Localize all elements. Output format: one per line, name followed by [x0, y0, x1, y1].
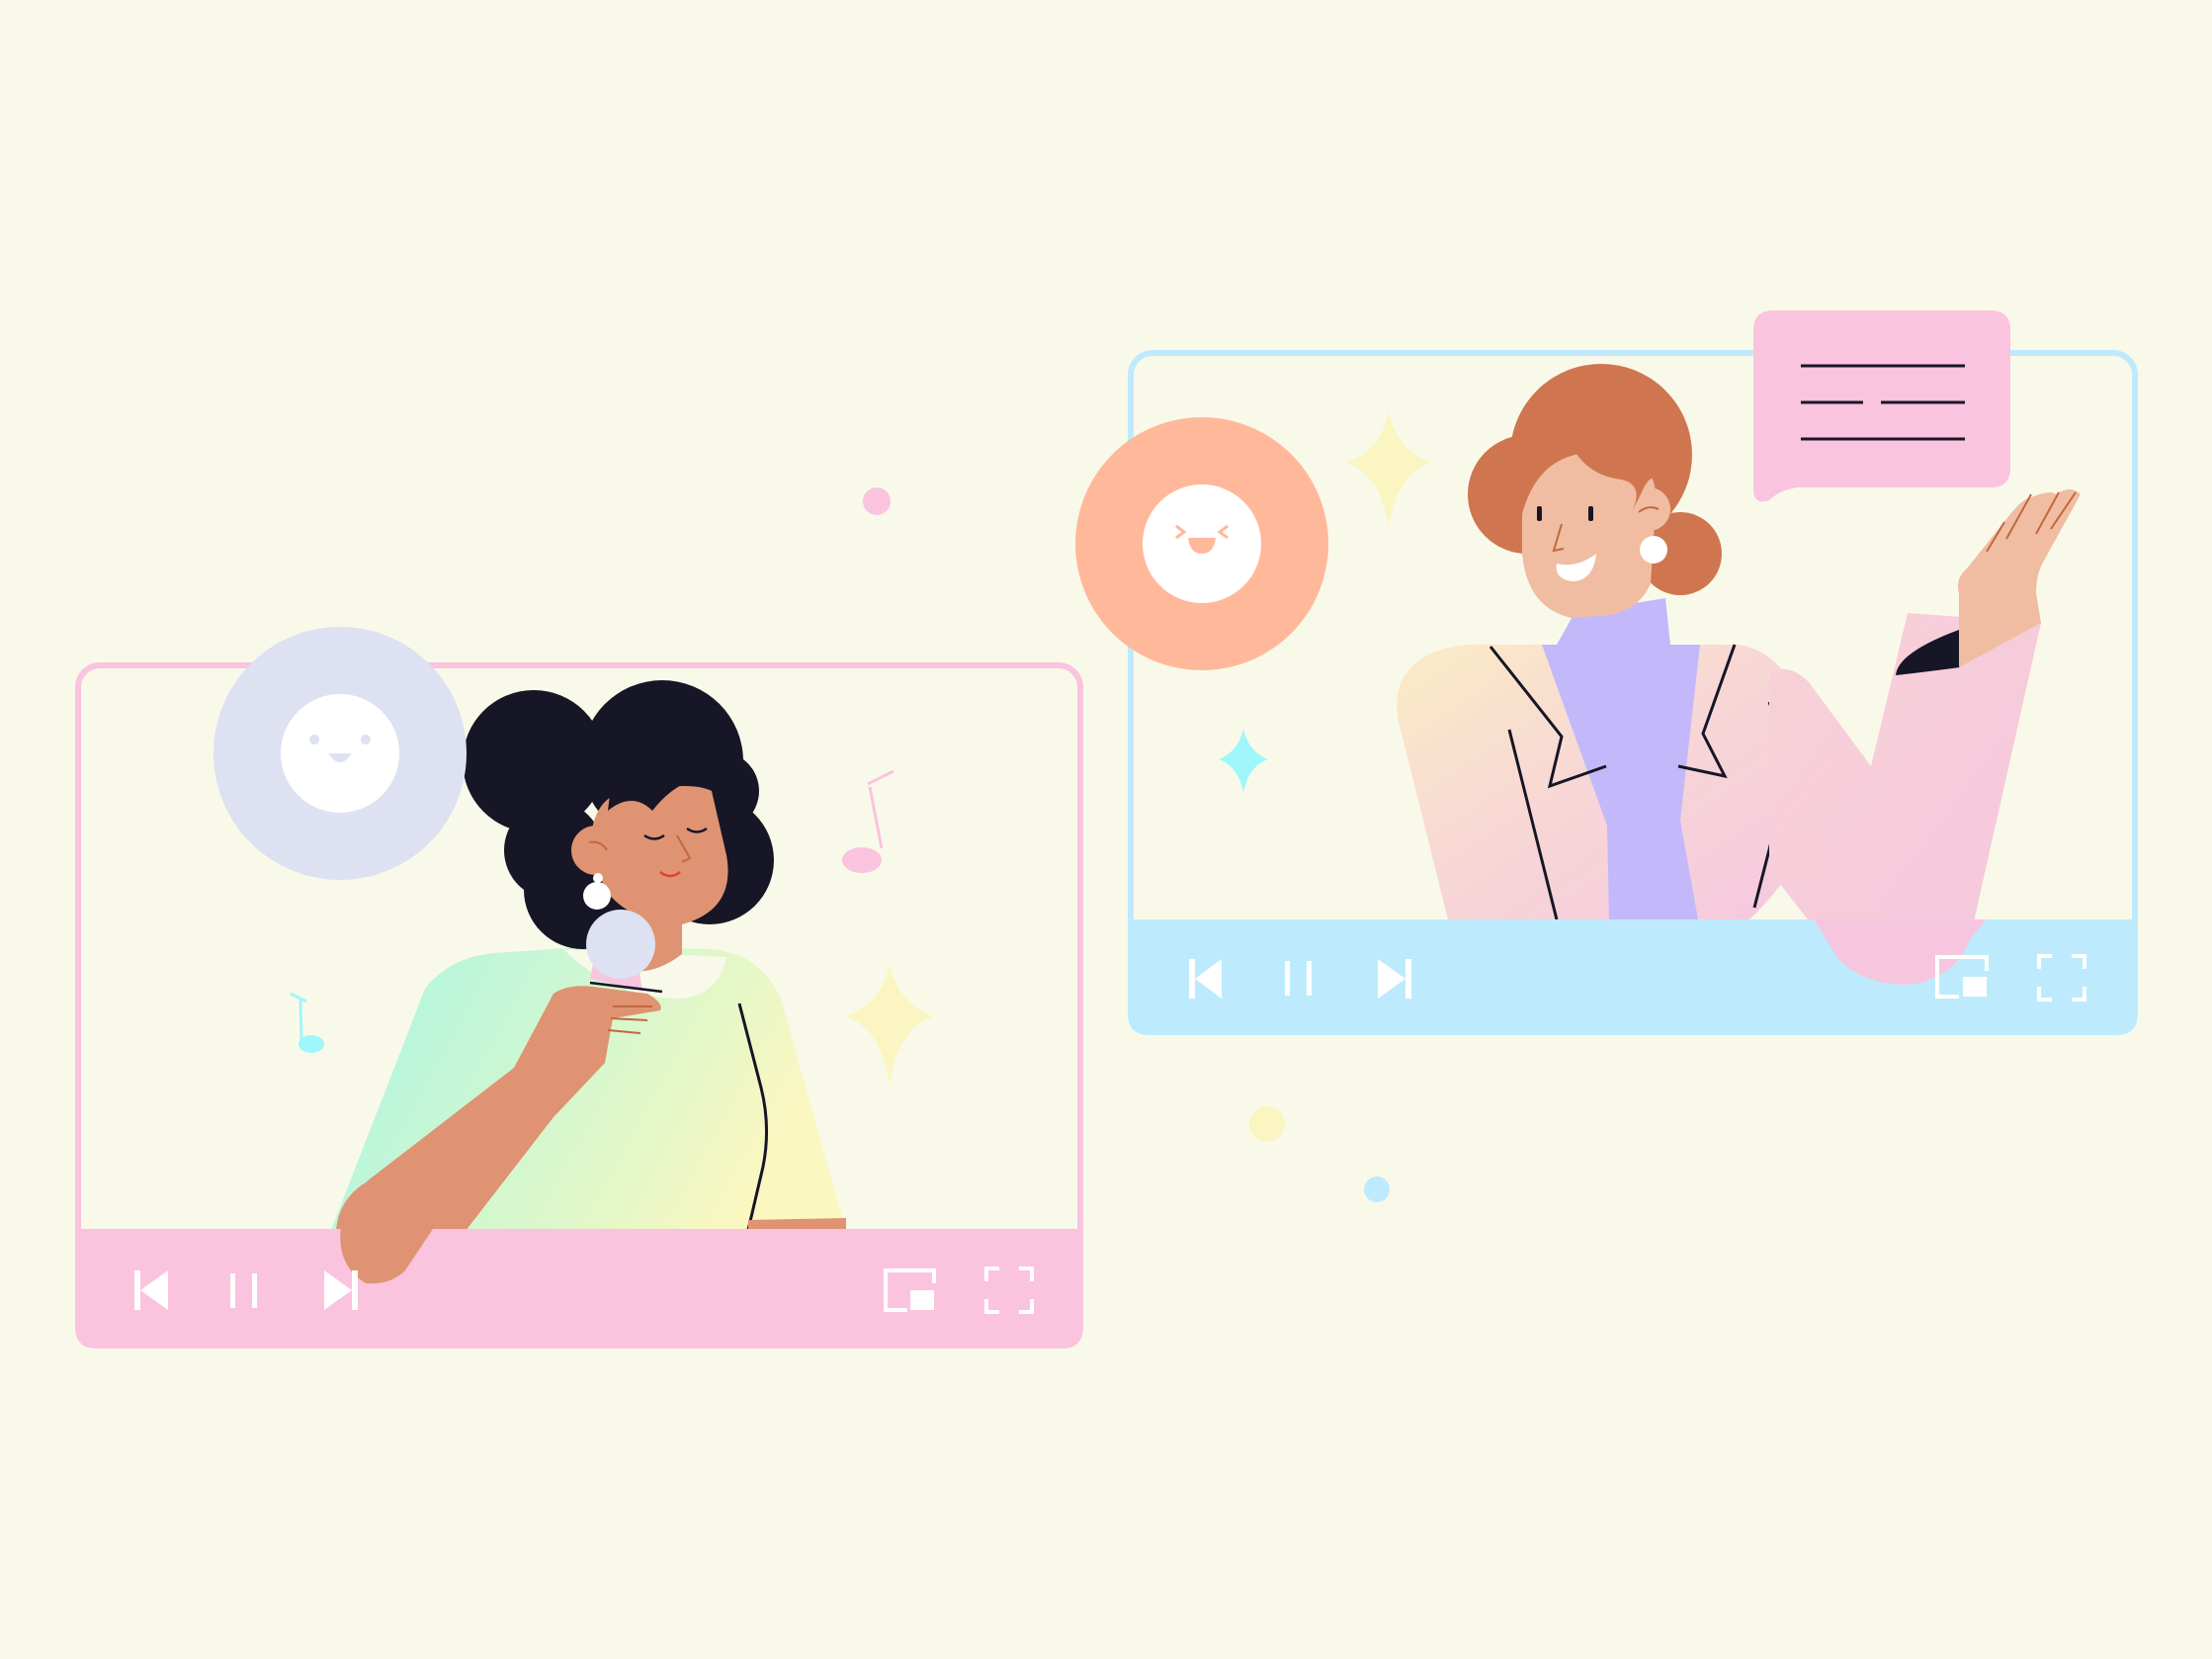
- video-call-illustration: [75, 310, 2138, 1349]
- speech-bubble-icon: [1752, 310, 2010, 502]
- smiley-icon: [213, 627, 467, 880]
- singer-player: [75, 627, 1083, 1349]
- illustration-stage: [0, 0, 2212, 1659]
- happy-face-icon: [1075, 417, 1328, 670]
- presenter-player: [1075, 310, 2138, 1035]
- player-controls: [1128, 919, 2138, 1035]
- player-controls: [75, 1226, 1083, 1349]
